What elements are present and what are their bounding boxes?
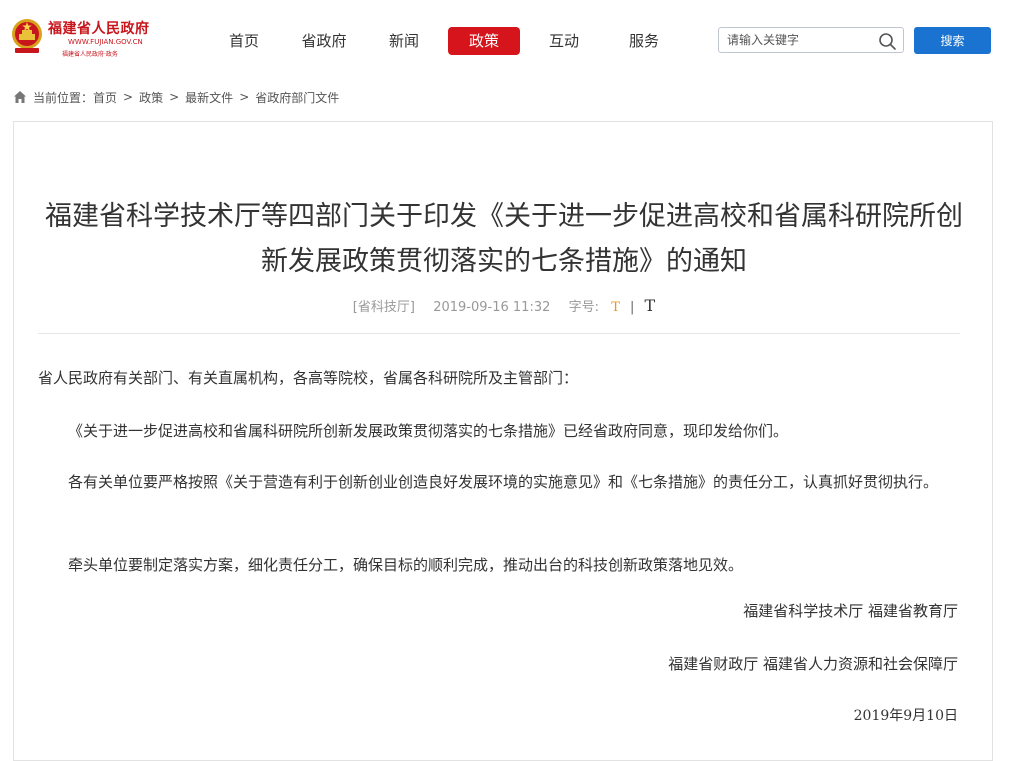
title-divider <box>38 333 960 334</box>
font-size-small-button[interactable]: T <box>611 300 620 315</box>
article-date: 2019-09-16 11:32 <box>433 300 551 315</box>
breadcrumb-item-department-docs[interactable]: 省政府部门文件 <box>255 89 339 106</box>
breadcrumb-separator: > <box>169 90 180 104</box>
font-size-divider: | <box>630 300 635 315</box>
nav-item-news[interactable]: 新闻 <box>368 27 440 55</box>
logo-url: WWW.FUJIAN.GOV.CN <box>68 38 143 46</box>
nav-item-policy[interactable]: 政策 <box>448 27 520 55</box>
home-icon <box>14 91 26 103</box>
breadcrumb-item-home[interactable]: 首页 <box>93 89 117 106</box>
site-logo[interactable]: 福建省人民政府 WWW.FUJIAN.GOV.CN 福建省人民政府·政务 <box>10 16 150 62</box>
font-size-label: 字号: <box>568 300 600 315</box>
breadcrumb-separator: > <box>239 90 250 104</box>
article-source: [省科技厅] <box>352 300 415 315</box>
main-nav: 首页 省政府 新闻 政策 互动 服务 <box>208 27 688 55</box>
font-size-large-button[interactable]: T <box>645 296 656 315</box>
signature-date: 2019年9月10日 <box>853 708 958 724</box>
logo-title: 福建省人民政府 <box>48 21 150 37</box>
logo-subtitle: 福建省人民政府·政务 <box>62 51 118 58</box>
article-title: 福建省科学技术厅等四部门关于印发《关于进一步促进高校和省属科研院所创新发展政策贯… <box>45 201 963 278</box>
article-meta: [省科技厅] 2019-09-16 11:32 字号: T | T <box>14 296 994 315</box>
breadcrumb: 当前位置： 首页 > 政策 > 最新文件 > 省政府部门文件 <box>13 88 339 106</box>
nav-item-government[interactable]: 省政府 <box>288 27 360 55</box>
article-paragraph: 牵头单位要制定落实方案，细化责任分工，确保目标的顺利完成，推动出台的科技创新政策… <box>68 556 744 574</box>
nav-item-home[interactable]: 首页 <box>208 27 280 55</box>
breadcrumb-label: 当前位置： <box>33 90 94 105</box>
breadcrumb-item-policy[interactable]: 政策 <box>139 89 163 106</box>
article-panel: 福建省科学技术厅等四部门关于印发《关于进一步促进高校和省属科研院所创新发展政策贯… <box>13 121 993 761</box>
article-paragraph: 各有关单位要严格按照《关于营造有利于创新创业创造良好发展环境的实施意见》和《七条… <box>68 473 939 491</box>
nav-item-service[interactable]: 服务 <box>608 27 680 55</box>
national-emblem-icon <box>12 19 42 53</box>
search-box <box>718 27 904 53</box>
search-button[interactable]: 搜索 <box>914 27 991 54</box>
breadcrumb-separator: > <box>123 90 134 104</box>
signature-line: 福建省财政厅 福建省人力资源和社会保障厅 <box>668 655 958 673</box>
signature-line: 福建省科学技术厅 福建省教育厅 <box>743 602 958 620</box>
site-header: 福建省人民政府 WWW.FUJIAN.GOV.CN 福建省人民政府·政务 首页 … <box>0 0 1009 82</box>
breadcrumb-item-latest-docs[interactable]: 最新文件 <box>185 89 233 106</box>
search-input[interactable] <box>727 28 877 52</box>
nav-item-interaction[interactable]: 互动 <box>528 27 600 55</box>
article-paragraph: 省人民政府有关部门、有关直属机构，各高等院校，省属各科研院所及主管部门： <box>38 369 579 387</box>
search-icon[interactable] <box>877 31 897 51</box>
article-paragraph: 《关于进一步促进高校和省属科研院所创新发展政策贯彻落实的七条措施》已经省政府同意… <box>68 422 789 440</box>
